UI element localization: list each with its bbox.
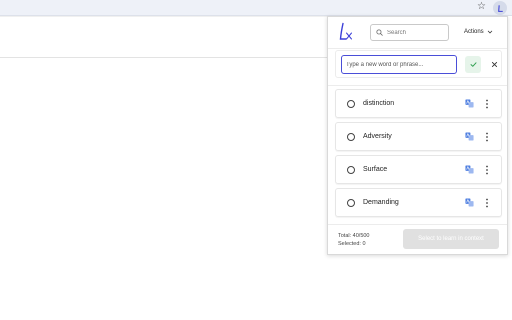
more-options-icon[interactable]: [484, 198, 490, 208]
word-label: Demanding: [363, 199, 399, 206]
cancel-add-button[interactable]: [486, 56, 502, 73]
total-count: Total: 40/500: [338, 233, 370, 239]
extension-popup: Actions distinction: [327, 16, 508, 255]
page-header-divider: [0, 57, 328, 58]
page-divider: [0, 16, 328, 17]
translate-icon[interactable]: [465, 165, 474, 174]
more-options-icon[interactable]: [484, 99, 490, 109]
word-item[interactable]: Adversity: [335, 122, 502, 151]
select-radio[interactable]: [347, 199, 355, 207]
word-item[interactable]: Surface: [335, 155, 502, 184]
add-word-row: [335, 50, 502, 78]
popup-header: Actions: [328, 17, 507, 47]
search-box[interactable]: [370, 24, 449, 41]
search-input[interactable]: [387, 29, 447, 36]
select-radio[interactable]: [347, 166, 355, 174]
footer-divider: [328, 224, 507, 225]
actions-label: Actions: [464, 29, 484, 35]
word-label: Adversity: [363, 133, 392, 140]
word-item[interactable]: distinction: [335, 89, 502, 118]
more-options-icon[interactable]: [484, 165, 490, 175]
chevron-down-icon: [487, 30, 492, 34]
word-item[interactable]: Demanding: [335, 188, 502, 217]
word-label: Surface: [363, 166, 388, 173]
selected-count: Selected: 0: [338, 241, 366, 247]
word-stats: Total: 40/500 Selected: 0: [338, 232, 370, 248]
more-options-icon[interactable]: [484, 132, 490, 142]
actions-dropdown[interactable]: Actions: [464, 26, 498, 38]
word-list: distinction Adversity Surface Demanding: [335, 89, 502, 221]
list-divider: [328, 85, 507, 86]
lex-logo: [339, 22, 352, 40]
close-icon: [491, 61, 497, 68]
translate-icon[interactable]: [465, 132, 474, 141]
search-icon: [376, 29, 383, 36]
select-radio[interactable]: [347, 100, 355, 108]
translate-icon[interactable]: [465, 198, 474, 207]
select-radio[interactable]: [347, 133, 355, 141]
star-icon[interactable]: ☆: [477, 2, 487, 12]
translate-icon[interactable]: [465, 99, 474, 108]
learn-in-context-button[interactable]: Select to learn in context: [403, 229, 499, 249]
new-word-input[interactable]: [341, 55, 457, 74]
header-divider: [328, 48, 507, 49]
word-label: distinction: [363, 100, 395, 107]
browser-toolbar: ☆: [0, 0, 512, 16]
check-icon: [470, 62, 477, 67]
confirm-add-button[interactable]: [465, 56, 481, 73]
lex-extension-icon[interactable]: [493, 1, 507, 15]
